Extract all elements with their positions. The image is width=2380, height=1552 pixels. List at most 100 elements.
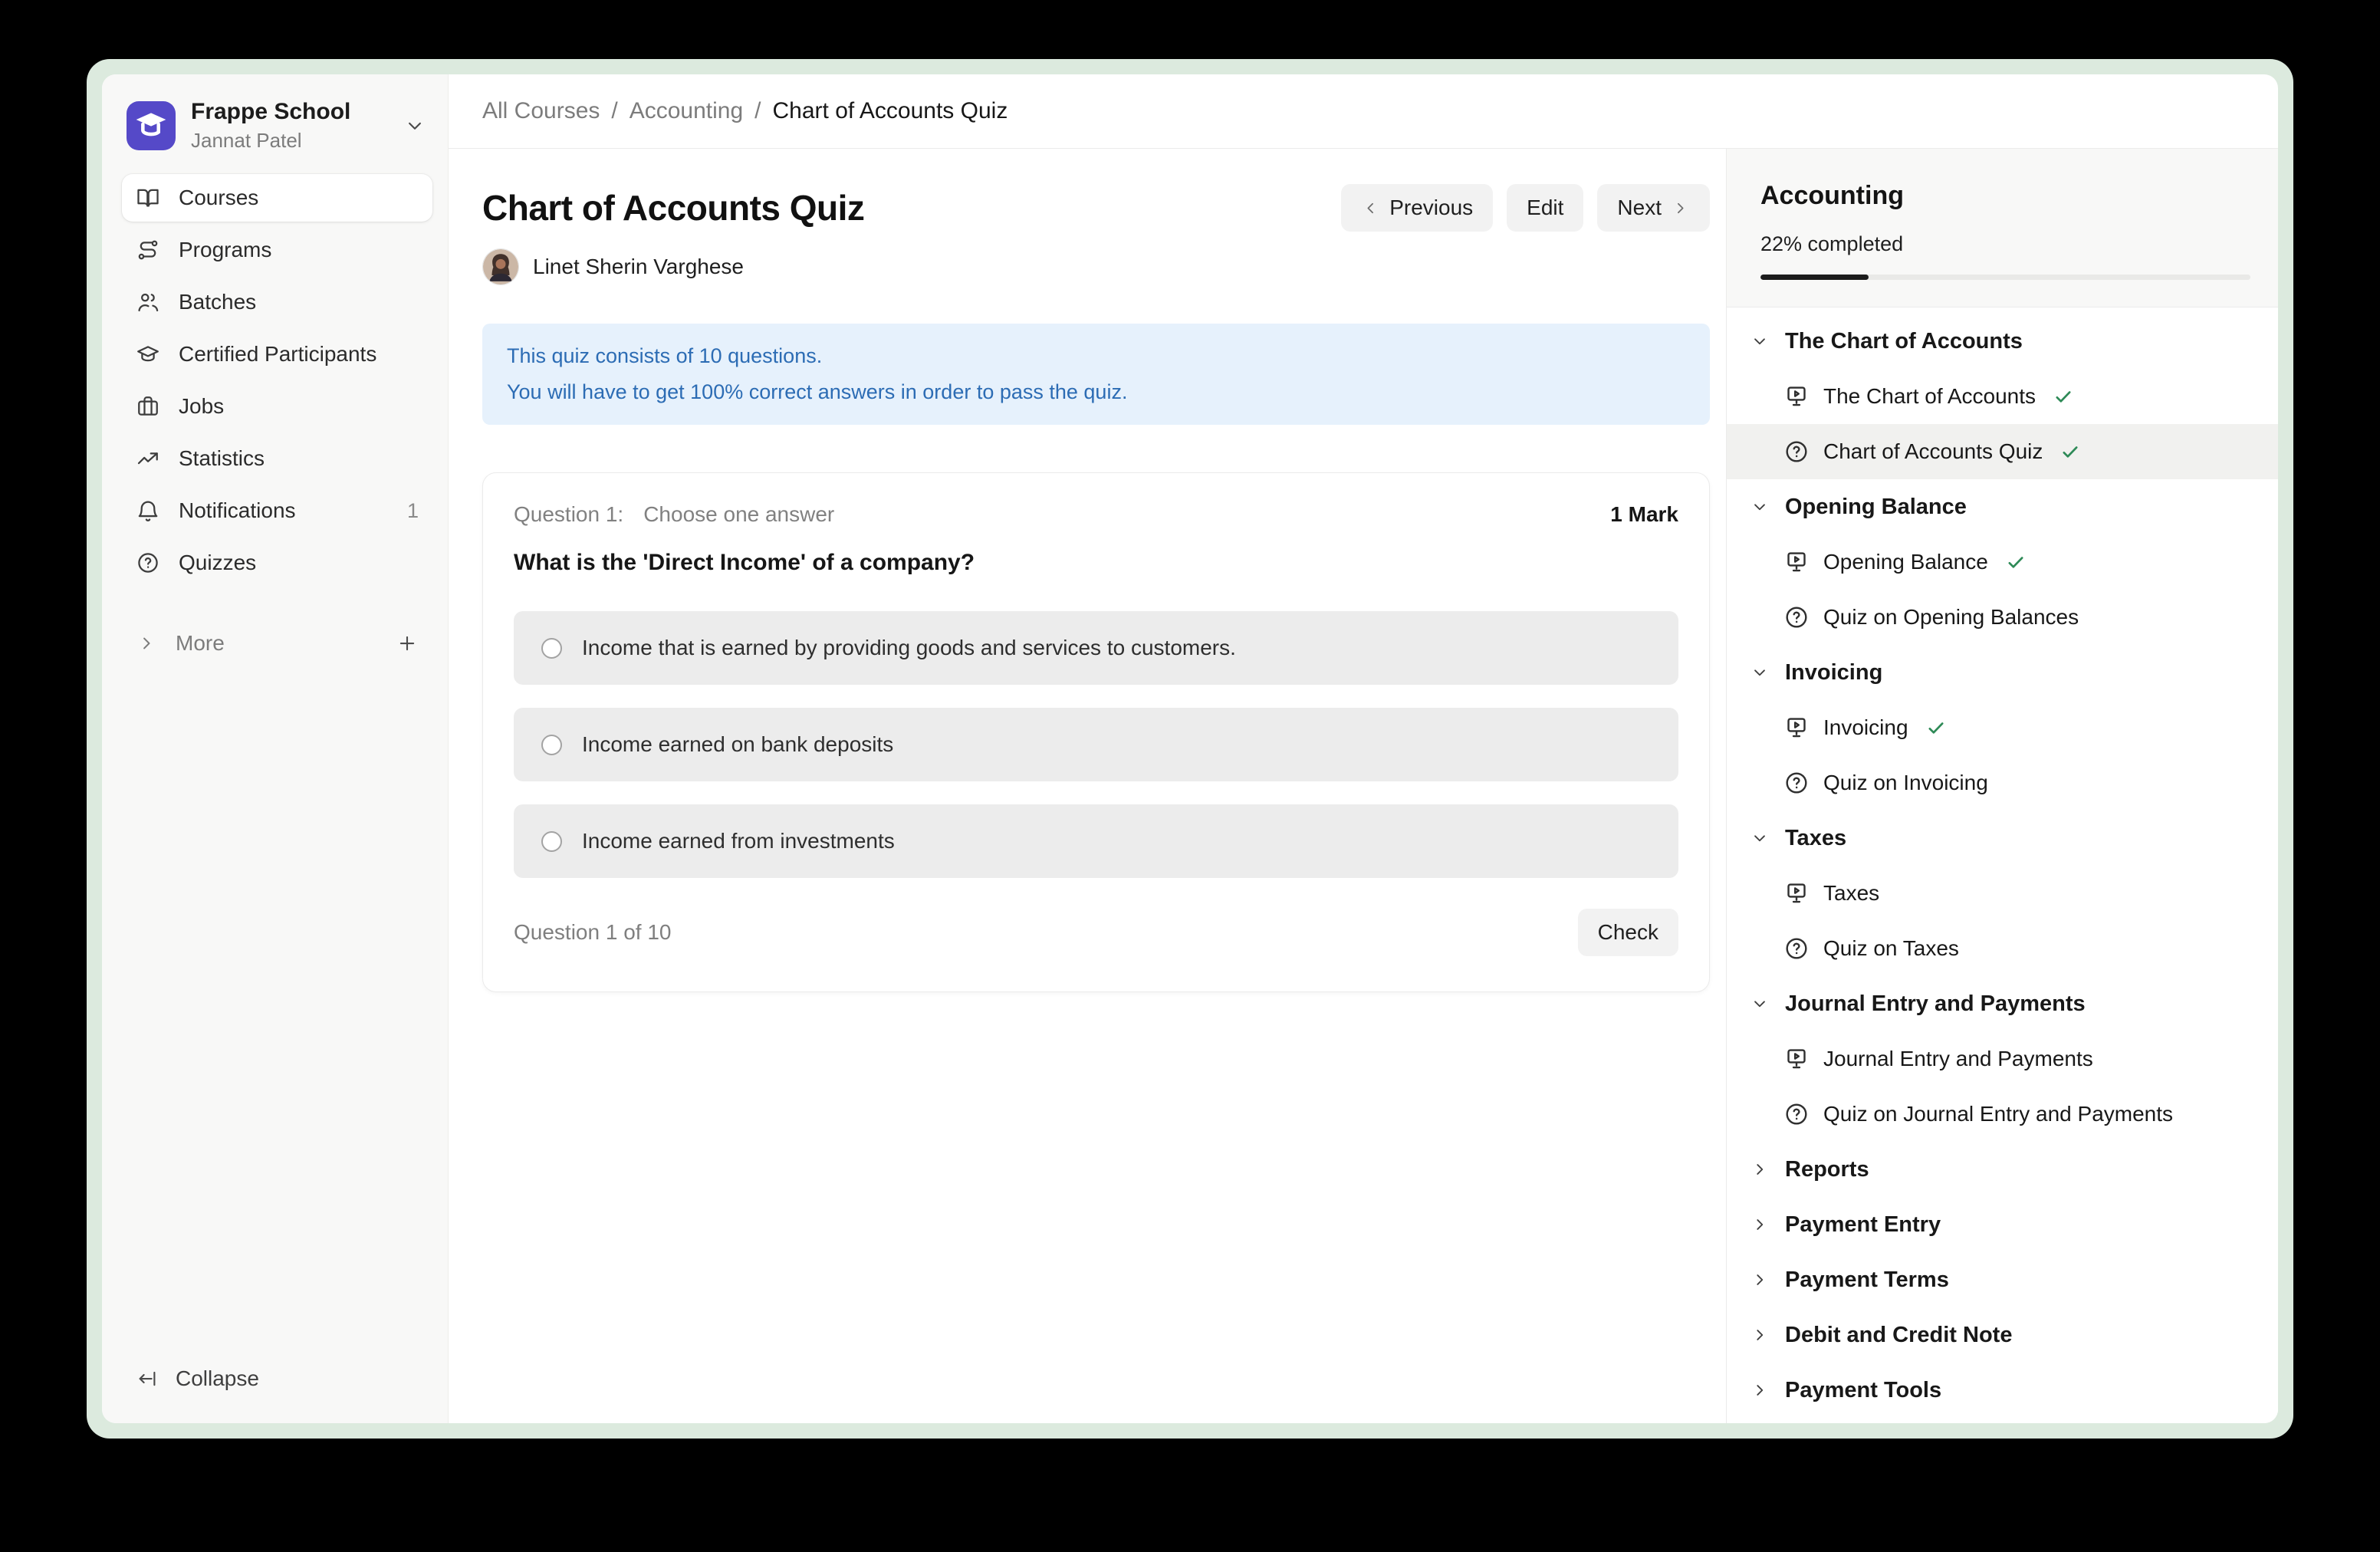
lesson-icon bbox=[1783, 880, 1810, 906]
sidebar-item-statistics[interactable]: Statistics bbox=[122, 435, 432, 482]
breadcrumb-link-accounting[interactable]: Accounting bbox=[630, 98, 743, 124]
chevron-right-icon bbox=[1750, 1325, 1770, 1345]
question-card: Question 1: Choose one answer 1 Mark Wha… bbox=[482, 472, 1710, 992]
breadcrumb-separator: / bbox=[754, 98, 761, 124]
sidebar-item-label: Quizzes bbox=[179, 551, 256, 575]
avatar bbox=[482, 248, 519, 285]
chevron-right-icon bbox=[136, 633, 157, 654]
main-content: Chart of Accounts Quiz Previous Edit Nex… bbox=[449, 149, 1726, 1423]
help-circle-icon bbox=[136, 551, 160, 575]
lesson-item[interactable]: Taxes bbox=[1727, 866, 2278, 921]
lesson-item[interactable]: Opening Balance bbox=[1727, 534, 2278, 590]
answer-option-label: Income that is earned by providing goods… bbox=[582, 636, 1236, 660]
lesson-item[interactable]: Journal Entry and Payments bbox=[1727, 1031, 2278, 1087]
answer-option-label: Income earned from investments bbox=[582, 829, 895, 853]
chapter-title: The Chart of Accounts bbox=[1785, 329, 2023, 354]
chapter-the-chart-of-accounts[interactable]: The Chart of Accounts bbox=[1727, 314, 2278, 369]
answer-option[interactable]: Income earned on bank deposits bbox=[514, 708, 1678, 781]
workspace-titles: Frappe School Jannat Patel bbox=[191, 99, 350, 153]
question-meta: Question 1: Choose one answer 1 Mark bbox=[514, 502, 1678, 527]
question-instruction: Choose one answer bbox=[643, 502, 834, 527]
chapter-invoicing[interactable]: Invoicing bbox=[1727, 645, 2278, 700]
title-row: Chart of Accounts Quiz Previous Edit Nex… bbox=[482, 184, 1710, 232]
quiz-icon bbox=[1783, 770, 1810, 796]
collapse-button[interactable]: Collapse bbox=[122, 1357, 432, 1400]
radio-button[interactable] bbox=[541, 638, 562, 659]
course-progress-text: 22% completed bbox=[1760, 232, 2250, 256]
bell-icon bbox=[136, 498, 160, 523]
lesson-item[interactable]: Quiz on Taxes bbox=[1727, 921, 2278, 976]
quiz-notice-banner: This quiz consists of 10 questions. You … bbox=[482, 324, 1710, 425]
chevron-down-icon bbox=[1750, 663, 1770, 682]
chapter-payment-tools[interactable]: Payment Tools bbox=[1727, 1363, 2278, 1418]
question-text: What is the 'Direct Income' of a company… bbox=[514, 550, 1678, 576]
lesson-title: Taxes bbox=[1823, 881, 1879, 906]
chapter-title: Invoicing bbox=[1785, 660, 1882, 686]
more-label: More bbox=[176, 631, 225, 656]
sidebar-item-more[interactable]: More bbox=[122, 622, 432, 665]
chapter-opening-balance[interactable]: Opening Balance bbox=[1727, 479, 2278, 534]
question-marks: 1 Mark bbox=[1610, 502, 1678, 527]
course-progress-header: Accounting 22% completed bbox=[1727, 149, 2278, 307]
chevron-down-icon bbox=[1750, 497, 1770, 517]
previous-button[interactable]: Previous bbox=[1341, 184, 1493, 232]
chapter-title: Payment Entry bbox=[1785, 1212, 1941, 1238]
lesson-item[interactable]: Quiz on Invoicing bbox=[1727, 755, 2278, 811]
chapter-payment-entry[interactable]: Payment Entry bbox=[1727, 1197, 2278, 1252]
chevron-down-icon[interactable] bbox=[403, 114, 426, 137]
lesson-icon bbox=[1783, 549, 1810, 575]
next-button-label: Next bbox=[1617, 196, 1662, 220]
lesson-title: Quiz on Opening Balances bbox=[1823, 605, 2079, 630]
workspace-switcher[interactable]: Frappe School Jannat Patel bbox=[122, 94, 432, 174]
users-icon bbox=[136, 290, 160, 314]
lesson-title: Journal Entry and Payments bbox=[1823, 1047, 2093, 1071]
question-number-label: Question 1: bbox=[514, 502, 623, 527]
previous-button-label: Previous bbox=[1389, 196, 1473, 220]
chapter-title: Opening Balance bbox=[1785, 495, 1967, 520]
card-footer: Question 1 of 10 Check bbox=[514, 909, 1678, 956]
lesson-icon bbox=[1783, 383, 1810, 409]
sidebar-item-notifications[interactable]: Notifications1 bbox=[122, 487, 432, 534]
sidebar-item-label: Batches bbox=[179, 290, 256, 314]
book-open-icon bbox=[136, 186, 160, 210]
chevron-right-icon bbox=[1671, 199, 1690, 218]
lesson-item[interactable]: Quiz on Opening Balances bbox=[1727, 590, 2278, 645]
sidebar-item-jobs[interactable]: Jobs bbox=[122, 383, 432, 430]
chapter-payment-terms[interactable]: Payment Terms bbox=[1727, 1252, 2278, 1307]
check-icon bbox=[2053, 386, 2074, 407]
chevron-right-icon bbox=[1750, 1270, 1770, 1290]
sidebar-item-certified-participants[interactable]: Certified Participants bbox=[122, 330, 432, 378]
page-title: Chart of Accounts Quiz bbox=[482, 187, 864, 229]
chapter-debit-and-credit-note[interactable]: Debit and Credit Note bbox=[1727, 1307, 2278, 1363]
next-button[interactable]: Next bbox=[1597, 184, 1710, 232]
lesson-icon bbox=[1783, 1046, 1810, 1072]
chapter-title: Reports bbox=[1785, 1157, 1869, 1182]
sidebar-item-batches[interactable]: Batches bbox=[122, 278, 432, 326]
breadcrumb-current: Chart of Accounts Quiz bbox=[773, 98, 1008, 124]
chapter-title: Debit and Credit Note bbox=[1785, 1323, 2012, 1348]
answer-option[interactable]: Income earned from investments bbox=[514, 804, 1678, 878]
breadcrumb-link-all-courses[interactable]: All Courses bbox=[482, 98, 600, 124]
answer-option[interactable]: Income that is earned by providing goods… bbox=[514, 611, 1678, 685]
plus-icon[interactable] bbox=[396, 632, 419, 655]
chapter-taxes[interactable]: Taxes bbox=[1727, 811, 2278, 866]
sidebar-item-quizzes[interactable]: Quizzes bbox=[122, 539, 432, 587]
check-button[interactable]: Check bbox=[1578, 909, 1678, 956]
lesson-item[interactable]: The Chart of Accounts bbox=[1727, 369, 2278, 424]
radio-button[interactable] bbox=[541, 831, 562, 852]
sidebar-item-programs[interactable]: Programs bbox=[122, 226, 432, 274]
chapter-journal-entry-and-payments[interactable]: Journal Entry and Payments bbox=[1727, 976, 2278, 1031]
sidebar-item-courses[interactable]: Courses bbox=[122, 174, 432, 222]
lesson-item[interactable]: Invoicing bbox=[1727, 700, 2278, 755]
check-button-label: Check bbox=[1598, 920, 1658, 945]
options-list: Income that is earned by providing goods… bbox=[514, 611, 1678, 878]
lesson-item[interactable]: Chart of Accounts Quiz bbox=[1727, 424, 2278, 479]
radio-button[interactable] bbox=[541, 735, 562, 755]
course-outline: The Chart of Accounts The Chart of Accoun… bbox=[1727, 307, 2278, 1423]
chapter-reports[interactable]: Reports bbox=[1727, 1142, 2278, 1197]
frappe-school-logo bbox=[127, 101, 176, 150]
lesson-icon bbox=[1783, 715, 1810, 741]
edit-button[interactable]: Edit bbox=[1507, 184, 1583, 232]
lesson-item[interactable]: Quiz on Journal Entry and Payments bbox=[1727, 1087, 2278, 1142]
edit-button-label: Edit bbox=[1527, 196, 1563, 220]
